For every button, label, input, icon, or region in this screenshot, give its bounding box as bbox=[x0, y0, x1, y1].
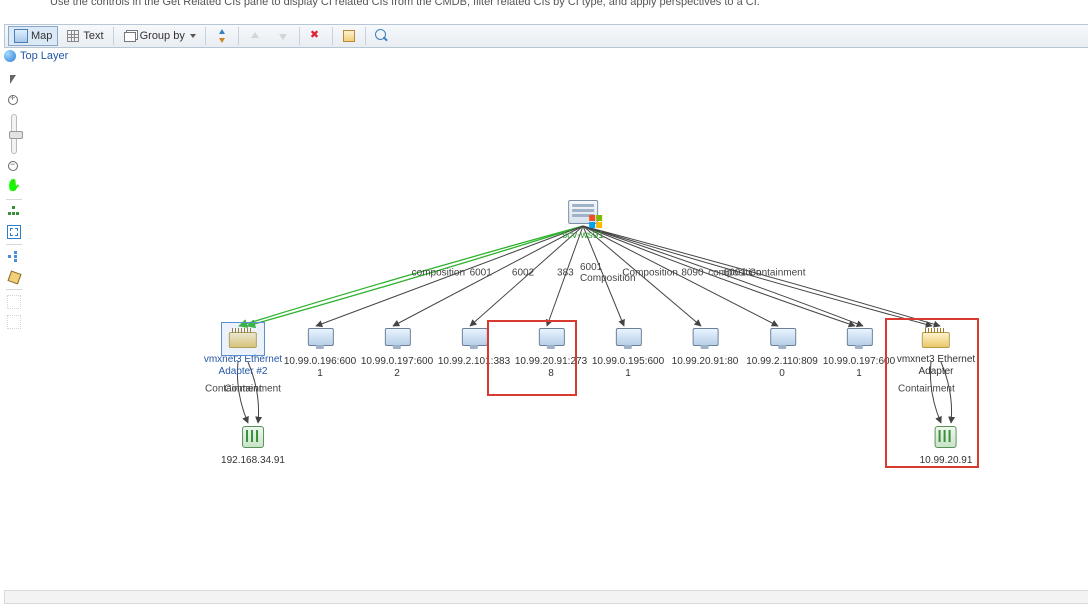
fit-to-screen[interactable] bbox=[5, 223, 23, 241]
horizontal-layout[interactable] bbox=[5, 248, 23, 266]
node-label: scv-ws91 bbox=[562, 230, 604, 242]
close-icon bbox=[309, 29, 323, 43]
ci-node[interactable]: 10.99.0.197:6002 bbox=[361, 328, 433, 379]
ci-node[interactable]: 10.99.2.110:8090 bbox=[746, 328, 818, 379]
map-icon bbox=[14, 29, 28, 43]
ci-node[interactable]: 10.99.0.195:6001 bbox=[592, 328, 664, 379]
arrow-down-icon bbox=[276, 29, 290, 43]
server-icon bbox=[568, 200, 598, 224]
highlight-box-a bbox=[487, 320, 577, 396]
view-map-button[interactable]: Map bbox=[8, 26, 58, 46]
root-node[interactable]: scv-ws91 bbox=[562, 200, 604, 242]
horizontal-scrollbar[interactable] bbox=[4, 590, 1088, 604]
node-label: 10.99.0.197:6002 bbox=[361, 356, 433, 379]
zoom-in-icon bbox=[7, 94, 21, 108]
dim-icon bbox=[7, 315, 21, 329]
delete-button[interactable] bbox=[303, 26, 329, 46]
toolbar-separator bbox=[113, 27, 114, 45]
topology-canvas[interactable]: composition600160023836001CompositionCom… bbox=[28, 70, 1088, 586]
edges-layer bbox=[28, 70, 328, 220]
edge-label: Containment bbox=[224, 384, 281, 395]
toolbar-separator bbox=[365, 27, 366, 45]
view-text-button[interactable]: Text bbox=[60, 26, 109, 46]
tree-horizontal-icon bbox=[7, 250, 21, 264]
node-label: 10.99.2.110:8090 bbox=[746, 356, 818, 379]
disabled-tool-b bbox=[5, 313, 23, 331]
edge-label: composition bbox=[412, 268, 465, 279]
node-label: 10.99.0.195:6001 bbox=[592, 356, 664, 379]
side-separator bbox=[6, 244, 22, 245]
view-map-label: Map bbox=[31, 30, 52, 42]
zoom-slider[interactable] bbox=[11, 114, 17, 154]
chevron-down-icon bbox=[190, 34, 196, 38]
toolbar-separator bbox=[299, 27, 300, 45]
dim-icon bbox=[7, 295, 21, 309]
pan-tool[interactable] bbox=[5, 178, 23, 196]
layout-tools[interactable] bbox=[5, 268, 23, 286]
fit-icon bbox=[7, 225, 21, 239]
tool-icon bbox=[7, 270, 21, 284]
ip-node[interactable]: 192.168.34.91 bbox=[221, 425, 285, 467]
zoom-out-icon bbox=[7, 160, 21, 174]
monitor-icon bbox=[691, 328, 719, 350]
node-label: vmxnet3 EthernetAdapter #2 bbox=[204, 354, 282, 377]
group-by-label: Group by bbox=[140, 30, 185, 42]
hierarchical-layout[interactable] bbox=[5, 203, 23, 221]
group-by-button[interactable]: Group by bbox=[117, 26, 202, 46]
edge-label: 6001 bbox=[470, 268, 492, 279]
edge-label: Composition bbox=[622, 268, 678, 279]
monitor-icon bbox=[845, 328, 873, 350]
selection-highlight bbox=[221, 322, 265, 356]
monitor-icon bbox=[383, 328, 411, 350]
monitor-icon bbox=[614, 328, 642, 350]
select-tool[interactable] bbox=[5, 72, 23, 90]
highlight-box-b bbox=[885, 318, 979, 468]
top-layer-link[interactable]: Top Layer bbox=[20, 50, 68, 62]
node-label: 10.99.20.91:80 bbox=[672, 356, 739, 368]
node-label: 192.168.34.91 bbox=[221, 455, 285, 467]
grid-icon bbox=[66, 29, 80, 43]
side-separator bbox=[6, 199, 22, 200]
edge-label: 6002 bbox=[512, 268, 534, 279]
edge-label: 8090 bbox=[681, 268, 703, 279]
zoom-out-tool[interactable] bbox=[5, 158, 23, 176]
arrow-up-icon bbox=[248, 29, 262, 43]
find-button[interactable] bbox=[369, 26, 395, 46]
toolbar-separator bbox=[238, 27, 239, 45]
ip-icon bbox=[241, 425, 265, 449]
layers-icon bbox=[123, 29, 137, 43]
move-down-button[interactable] bbox=[270, 26, 296, 46]
main-toolbar: Map Text Group by bbox=[4, 24, 1088, 48]
open-button[interactable] bbox=[336, 26, 362, 46]
monitor-icon bbox=[768, 328, 796, 350]
sort-button[interactable] bbox=[209, 26, 235, 46]
node-label: 10.99.0.196:6001 bbox=[284, 356, 356, 379]
globe-icon bbox=[4, 50, 16, 62]
tree-icon bbox=[7, 205, 21, 219]
monitor-icon bbox=[306, 328, 334, 350]
pointer-icon bbox=[7, 74, 21, 88]
monitor-icon bbox=[460, 328, 488, 350]
edge-label: Containment bbox=[749, 268, 806, 279]
ci-node[interactable]: 10.99.20.91:80 bbox=[672, 328, 739, 368]
folder-open-icon bbox=[342, 29, 356, 43]
zoom-in-tool[interactable] bbox=[5, 92, 23, 110]
side-toolbar bbox=[4, 72, 24, 331]
search-icon bbox=[375, 29, 389, 43]
side-separator bbox=[6, 289, 22, 290]
page-hint-text: Use the controls in the Get Related CIs … bbox=[50, 0, 760, 8]
ci-node[interactable]: 10.99.0.196:6001 bbox=[284, 328, 356, 379]
edge-label: 383 bbox=[557, 268, 574, 279]
disabled-tool-a bbox=[5, 293, 23, 311]
breadcrumb: Top Layer bbox=[4, 50, 68, 62]
toolbar-separator bbox=[205, 27, 206, 45]
move-up-button[interactable] bbox=[242, 26, 268, 46]
sort-icon bbox=[215, 29, 229, 43]
view-text-label: Text bbox=[83, 30, 103, 42]
hand-icon bbox=[7, 180, 21, 194]
toolbar-separator bbox=[332, 27, 333, 45]
